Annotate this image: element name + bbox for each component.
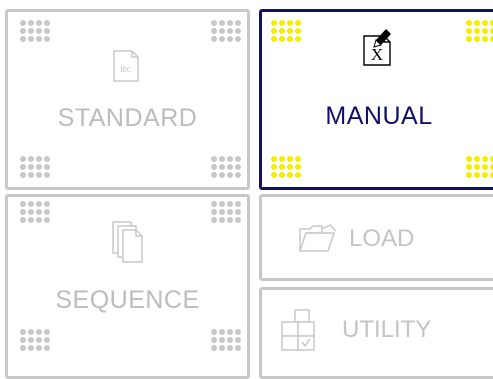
- corner-dots-bottom-right: [211, 156, 241, 181]
- manual-icon-text: X: [371, 45, 383, 64]
- copy-pages-icon: [112, 221, 143, 263]
- standard-tile[interactable]: IEC STANDARD: [5, 9, 250, 190]
- manual-label: MANUAL: [325, 102, 433, 130]
- sequence-tile[interactable]: SEQUENCE: [5, 194, 250, 379]
- corner-dots-bottom-left: [20, 329, 50, 354]
- utility-label: UTILITY: [342, 316, 432, 343]
- corner-dots-top-left: [20, 201, 50, 226]
- corner-dots-top-left: [271, 20, 301, 45]
- sequence-label: SEQUENCE: [55, 286, 200, 314]
- corner-dots-top-right: [211, 20, 241, 45]
- manual-tile[interactable]: X MANUAL: [259, 9, 493, 190]
- utility-blocks-icon: [281, 309, 315, 351]
- load-label: LOAD: [349, 225, 415, 252]
- standard-label: STANDARD: [57, 104, 198, 132]
- corner-dots-top-right: [211, 201, 241, 226]
- manual-edit-icon: X: [363, 29, 391, 66]
- open-folder-icon: [298, 224, 337, 252]
- corner-dots-bottom-right: [211, 329, 241, 354]
- load-tile[interactable]: LOAD: [259, 194, 493, 281]
- corner-dots-bottom-left: [271, 156, 301, 181]
- corner-dots-bottom-left: [20, 156, 50, 181]
- corner-dots-top-right: [466, 20, 493, 45]
- utility-tile[interactable]: UTILITY: [259, 287, 493, 379]
- corner-dots-bottom-right: [466, 156, 493, 181]
- iec-icon-text: IEC: [120, 66, 132, 74]
- iec-document-icon: IEC: [113, 50, 139, 82]
- corner-dots-top-left: [20, 20, 50, 45]
